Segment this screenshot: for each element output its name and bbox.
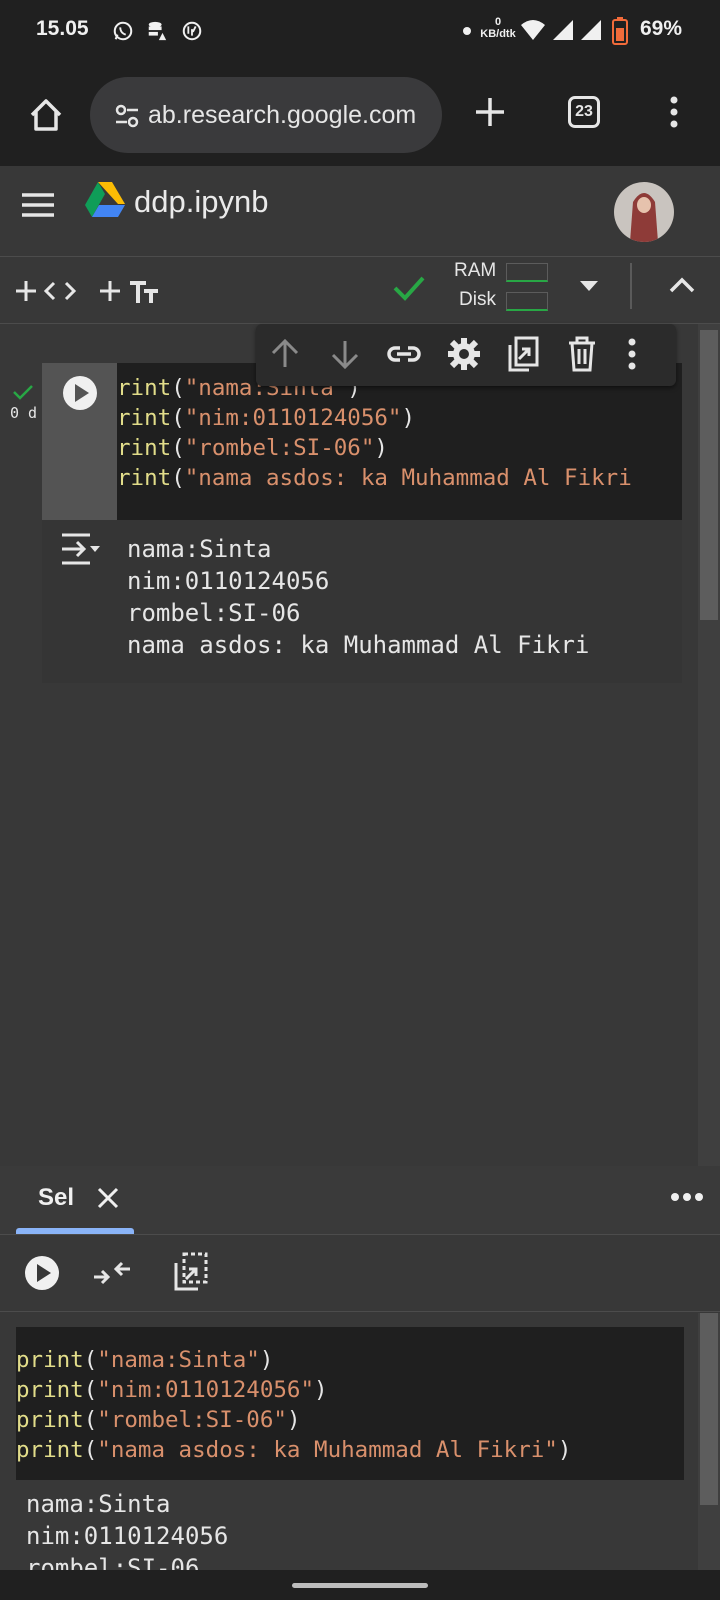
output-line: nama asdos: ka Muhammad Al Fikri bbox=[127, 631, 590, 659]
code-line: print("nama:Sinta") bbox=[16, 1347, 274, 1373]
colab-header: ddp.ipynb bbox=[0, 166, 720, 257]
panel-actions bbox=[0, 1235, 720, 1312]
status-time: 15.05 bbox=[36, 17, 89, 40]
notebook-title[interactable]: ddp.ipynb bbox=[134, 184, 268, 220]
url-text: ab.research.google.com bbox=[148, 101, 417, 129]
panel-tab-bar: Sel bbox=[0, 1166, 720, 1235]
run-cell-button[interactable] bbox=[24, 1255, 60, 1291]
notebook-scrollbar-thumb[interactable] bbox=[700, 330, 718, 620]
executed-check-icon bbox=[13, 385, 33, 400]
status-bar: 15.05 0 KB/dtk 69% bbox=[0, 0, 720, 62]
more-vert-icon[interactable] bbox=[662, 94, 686, 134]
disk-meter bbox=[506, 292, 548, 311]
signal-icon bbox=[553, 20, 573, 40]
output-line: nim:0110124056 bbox=[127, 567, 330, 595]
run-cell-button[interactable] bbox=[62, 375, 98, 411]
tab-active-indicator bbox=[16, 1228, 134, 1234]
code-editor[interactable]: rint("nama:Sinta") rint("nim:0110124056"… bbox=[117, 363, 682, 520]
dot-icon bbox=[463, 27, 471, 35]
execution-time: 0 d bbox=[10, 404, 38, 422]
output-line: nama:Sinta bbox=[127, 535, 272, 563]
cell-more-icon[interactable] bbox=[622, 336, 642, 372]
panel-scrollbar-thumb[interactable] bbox=[700, 1313, 718, 1505]
panel-output: nama:Sinta nim:0110124056 rombel:SI-06 bbox=[0, 1484, 690, 1570]
code-line: rint("nim:0110124056") bbox=[117, 405, 416, 431]
run-cell-gutter bbox=[42, 363, 117, 520]
chevron-down-icon[interactable] bbox=[578, 279, 600, 293]
output-line: rombel:SI-06 bbox=[26, 1554, 200, 1570]
code-line: rint("rombel:SI-06") bbox=[117, 435, 388, 461]
code-line: rint("nama asdos: ka Muhammad Al Fikri bbox=[117, 465, 632, 491]
signal-icon bbox=[581, 20, 601, 40]
net-speed-unit: KB/dtk bbox=[480, 28, 516, 40]
close-icon[interactable] bbox=[96, 1186, 120, 1210]
site-settings-icon[interactable] bbox=[112, 101, 142, 131]
add-code-cell-icon[interactable] bbox=[16, 279, 80, 303]
wifi-icon bbox=[521, 20, 545, 40]
ram-meter bbox=[506, 263, 548, 282]
battery-percent: 69% bbox=[640, 17, 683, 40]
home-icon[interactable] bbox=[26, 95, 66, 135]
output-actions-icon[interactable] bbox=[60, 532, 104, 566]
tab-cell[interactable]: Sel bbox=[16, 1166, 134, 1234]
link-icon[interactable] bbox=[386, 339, 422, 369]
new-tab-icon[interactable] bbox=[472, 94, 508, 130]
chevron-up-icon[interactable] bbox=[668, 275, 696, 295]
address-bar[interactable]: ab.research.google.com bbox=[90, 77, 442, 153]
call-icon bbox=[182, 21, 202, 41]
tab-switcher-button[interactable]: 23 bbox=[568, 96, 600, 128]
connected-check-icon bbox=[393, 276, 425, 301]
ram-label: RAM bbox=[454, 260, 497, 281]
code-line: print("nim:0110124056") bbox=[16, 1377, 328, 1403]
profile-photo bbox=[630, 193, 658, 242]
delete-icon[interactable] bbox=[566, 335, 598, 373]
cell-toolbar bbox=[256, 324, 676, 386]
battery-icon bbox=[612, 17, 628, 45]
browser-toolbar: ab.research.google.com 23 bbox=[0, 62, 720, 166]
mirror-cell-icon[interactable] bbox=[172, 1251, 210, 1293]
menu-icon[interactable] bbox=[20, 191, 56, 219]
toolbar-divider bbox=[630, 263, 632, 309]
code-line: print("rombel:SI-06") bbox=[16, 1407, 301, 1433]
data-saver-icon bbox=[148, 21, 167, 41]
net-speed-value: 0 bbox=[494, 16, 502, 28]
net-speed: 0 KB/dtk bbox=[480, 16, 516, 40]
move-down-icon[interactable] bbox=[328, 337, 362, 371]
tab-count: 23 bbox=[575, 103, 593, 120]
tab-cell-label: Sel bbox=[38, 1184, 75, 1211]
output-line: nim:0110124056 bbox=[26, 1522, 229, 1550]
collapse-icon[interactable] bbox=[92, 1255, 132, 1291]
add-text-cell-icon[interactable] bbox=[100, 277, 164, 305]
whatsapp-icon bbox=[113, 21, 133, 41]
google-drive-icon[interactable] bbox=[84, 181, 126, 219]
code-line: print("nama asdos: ka Muhammad Al Fikri"… bbox=[16, 1437, 572, 1463]
more-horiz-icon[interactable] bbox=[670, 1191, 704, 1203]
move-up-icon[interactable] bbox=[268, 337, 302, 371]
gesture-nav-bar bbox=[0, 1570, 720, 1600]
mirror-cell-icon[interactable] bbox=[506, 335, 540, 373]
disk-label: Disk bbox=[459, 289, 496, 310]
notebook-toolbar: RAM Disk bbox=[0, 257, 720, 324]
home-gesture-handle[interactable] bbox=[292, 1583, 428, 1588]
output-line: nama:Sinta bbox=[26, 1490, 171, 1518]
output-line: rombel:SI-06 bbox=[127, 599, 301, 627]
avatar[interactable] bbox=[614, 182, 674, 242]
panel-code-editor[interactable]: print("nama:Sinta") print("nim:011012405… bbox=[16, 1327, 684, 1480]
settings-gear-icon[interactable] bbox=[446, 336, 482, 372]
